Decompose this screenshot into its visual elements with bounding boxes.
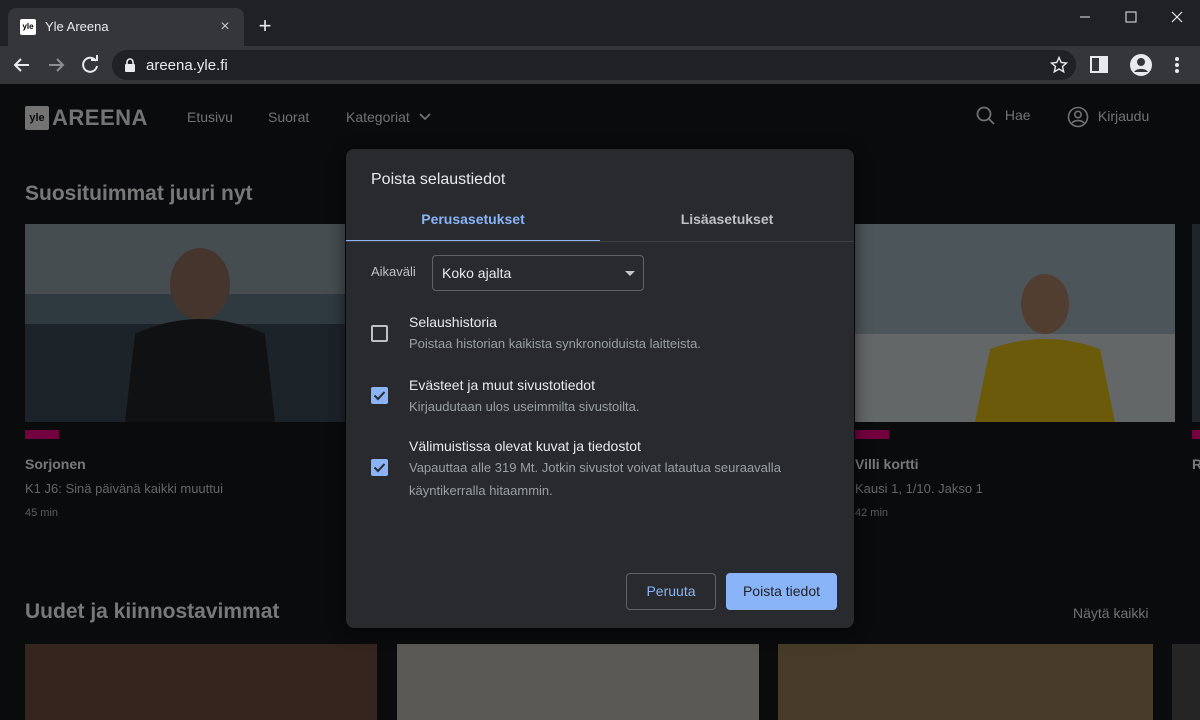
checkmark-icon: [373, 463, 386, 473]
reload-icon[interactable]: [76, 51, 104, 79]
tab-basic[interactable]: Perusasetukset: [346, 211, 600, 242]
star-icon[interactable]: [1049, 55, 1069, 79]
clear-data-button[interactable]: Poista tiedot: [726, 573, 837, 610]
lock-icon[interactable]: [124, 58, 136, 77]
cookies-checkbox[interactable]: [371, 387, 388, 404]
option-title: Selaushistoria: [409, 314, 497, 330]
minimize-icon[interactable]: [1062, 0, 1108, 34]
option-description: Kirjaudutaan ulos useimmilta sivustoilta…: [409, 399, 640, 414]
option-title: Välimuistissa olevat kuvat ja tiedostot: [409, 438, 641, 454]
tab-advanced[interactable]: Lisäasetukset: [600, 211, 854, 242]
tab-title: Yle Areena: [45, 19, 109, 34]
menu-icon[interactable]: [1164, 52, 1190, 78]
time-range-select[interactable]: Koko ajalta: [432, 255, 644, 291]
dropdown-caret-icon: [625, 271, 635, 276]
cache-checkbox[interactable]: [371, 459, 388, 476]
profile-icon[interactable]: [1128, 52, 1154, 78]
cancel-button[interactable]: Peruuta: [626, 573, 716, 610]
tab-strip: yle Yle Areena × +: [0, 0, 1200, 46]
address-bar[interactable]: areena.yle.fi: [112, 50, 1076, 80]
maximize-icon[interactable]: [1108, 0, 1154, 34]
side-panel-icon[interactable]: [1086, 52, 1112, 78]
option-title: Evästeet ja muut sivustotiedot: [409, 377, 595, 393]
option-description: Poistaa historian kaikista synkronoiduis…: [409, 336, 701, 351]
back-icon[interactable]: [8, 51, 36, 79]
option-description: Vapauttaa alle 319 Mt. Jotkin sivustot v…: [409, 460, 781, 498]
browser-toolbar: areena.yle.fi: [0, 46, 1200, 84]
url-text: areena.yle.fi: [146, 57, 228, 74]
time-range-value: Koko ajalta: [442, 265, 512, 281]
browser-tab[interactable]: yle Yle Areena ×: [8, 8, 244, 46]
checkmark-icon: [373, 391, 386, 401]
forward-icon[interactable]: [42, 51, 70, 79]
tab-divider: [346, 241, 854, 242]
clear-browsing-data-dialog: Poista selaustiedot Perusasetukset Lisäa…: [346, 149, 854, 628]
time-range-label: Aikaväli: [371, 264, 416, 279]
yle-favicon-icon: yle: [20, 19, 36, 35]
close-icon[interactable]: ×: [214, 16, 236, 38]
window-close-icon[interactable]: [1154, 0, 1200, 34]
plus-icon[interactable]: +: [252, 13, 278, 39]
dialog-title: Poista selaustiedot: [371, 171, 506, 188]
browsing-history-checkbox[interactable]: [371, 325, 388, 342]
